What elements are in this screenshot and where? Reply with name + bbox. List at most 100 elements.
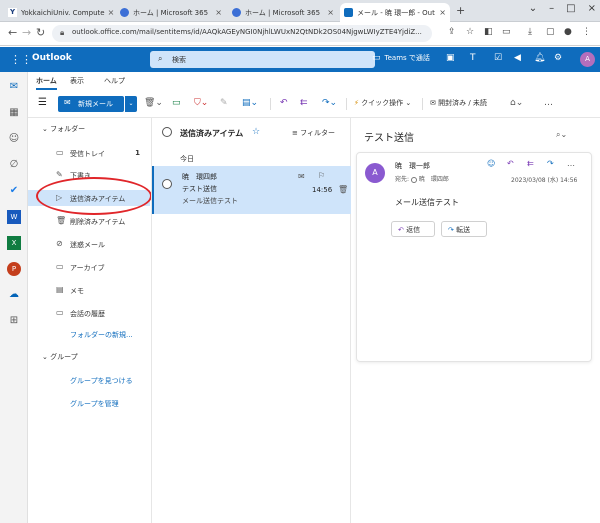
powerpoint-icon[interactable]: P xyxy=(7,262,21,276)
maximize-icon[interactable]: □ xyxy=(566,3,575,14)
onedrive-icon[interactable]: ☁ xyxy=(7,288,21,302)
report-icon[interactable]: ⛉⌄ xyxy=(194,98,208,108)
bookmark-icon[interactable]: ☆ xyxy=(466,27,474,37)
excel-icon[interactable]: X xyxy=(7,236,21,250)
camera-icon: ▭ xyxy=(372,53,381,63)
gear-icon[interactable]: ⚙ xyxy=(554,53,562,63)
close-icon[interactable]: × xyxy=(212,8,222,17)
reload-icon[interactable]: ↻ xyxy=(36,26,45,39)
reply-all-icon[interactable]: ⇇ xyxy=(527,159,534,168)
download-icon[interactable]: ⤓ xyxy=(528,27,532,37)
browser-tab[interactable]: ホーム | Microsoft 365 × xyxy=(116,3,226,22)
folders-header[interactable]: ⌄ フォルダー xyxy=(42,124,85,134)
word-icon[interactable]: W xyxy=(7,210,21,224)
tab-home[interactable]: ホーム xyxy=(36,76,57,90)
emoji-icon[interactable]: ☺ xyxy=(487,159,495,168)
browser-tab[interactable]: ホーム | Microsoft 365 × xyxy=(228,3,338,22)
zoom-icon[interactable]: ⌕⌄ xyxy=(556,130,567,140)
folder-notes[interactable]: ▤ メモ xyxy=(28,282,150,298)
browser-tab-active[interactable]: メール - 暁 環一郎 - Out × xyxy=(340,3,450,22)
more-icon[interactable]: … xyxy=(544,98,553,108)
list-item[interactable]: 暁 環四郎 テスト送信 メール送信テスト ✉ ⚐ 14:56 🗑︎ xyxy=(152,166,351,214)
sidepanel-icon[interactable]: ▭ xyxy=(502,27,511,37)
manage-groups-link[interactable]: グループを管理 xyxy=(70,399,119,409)
close-icon[interactable]: × xyxy=(436,8,446,17)
folder-label: 削除済みアイテム xyxy=(70,218,126,226)
forward-icon[interactable]: → xyxy=(22,26,31,39)
reply-all-icon[interactable]: ⇇ xyxy=(300,98,308,108)
folder-deleted-items[interactable]: 🗑︎ 削除済みアイテム xyxy=(28,213,150,229)
teams-icon[interactable]: T xyxy=(470,53,476,63)
forward-label: 転送 xyxy=(456,226,471,234)
share-icon[interactable]: ⇪ xyxy=(448,27,456,37)
menu-icon[interactable]: ⋮ xyxy=(582,27,591,37)
forward-icon[interactable]: ↷ xyxy=(547,159,554,168)
tab-view[interactable]: 表示 xyxy=(70,76,84,86)
to-name[interactable]: 暁 環四郎 xyxy=(419,176,449,183)
extension-icon[interactable]: ◧ xyxy=(484,27,493,37)
more-apps-icon[interactable]: ⊞ xyxy=(7,314,21,328)
archive-icon[interactable]: ▭ xyxy=(172,98,181,108)
url-input[interactable]: 🔒︎ outlook.office.com/mail/sentitems/id/… xyxy=(52,25,432,42)
envelope-icon[interactable]: ✉ xyxy=(298,172,305,181)
chevron-down-icon[interactable]: ⌄ xyxy=(529,3,537,14)
tabs-icon[interactable]: ▢ xyxy=(546,27,555,37)
folder-conversation-history[interactable]: ▭ 会話の履歴 xyxy=(28,305,150,321)
mail-icon[interactable]: ✉ xyxy=(7,80,21,94)
todo-check-icon[interactable]: ✔ xyxy=(7,184,21,198)
app-launcher-icon[interactable]: ⋮⋮ xyxy=(10,53,32,66)
delete-icon[interactable]: 🗑︎⌄ xyxy=(144,98,163,108)
calendar-icon[interactable]: ▦ xyxy=(7,106,21,120)
archive-icon: ▭ xyxy=(56,262,64,271)
forward-button[interactable]: ↷ 転送 xyxy=(441,221,487,237)
new-tab-icon[interactable]: + xyxy=(456,4,465,17)
delete-icon[interactable]: 🗑︎ xyxy=(338,185,348,194)
meet-icon[interactable]: ▣ xyxy=(446,53,455,63)
new-folder-link[interactable]: フォルダーの新規... xyxy=(70,330,133,340)
flag-icon[interactable]: ⚐ xyxy=(318,171,325,180)
folder-inbox[interactable]: ▭ 受信トレイ 1 xyxy=(28,145,150,161)
filter-button[interactable]: ≡ フィルター xyxy=(292,128,335,138)
profile-icon[interactable]: ● xyxy=(564,27,572,37)
reply-icon[interactable]: ↶ xyxy=(280,98,288,108)
search-placeholder: 検索 xyxy=(172,56,186,64)
quick-steps-button[interactable]: ⚡ クイック操作 ⌄ xyxy=(354,98,411,108)
sweep-icon[interactable]: ✎ xyxy=(220,98,228,108)
close-icon[interactable]: × xyxy=(105,8,114,17)
search-input[interactable]: ⌕ 検索 xyxy=(150,51,375,68)
find-groups-link[interactable]: グループを見つける xyxy=(70,376,133,386)
minimize-icon[interactable]: – xyxy=(549,3,554,14)
todo-icon[interactable]: ☑ xyxy=(494,53,502,63)
select-all-checkbox[interactable] xyxy=(162,127,172,137)
back-icon[interactable]: ← xyxy=(8,26,17,39)
avatar[interactable]: A xyxy=(580,52,595,67)
attachment-icon[interactable]: ∅ xyxy=(7,158,21,172)
reply-icon[interactable]: ↶ xyxy=(507,159,514,168)
hamburger-icon[interactable]: ☰ xyxy=(38,97,47,108)
tab-help[interactable]: ヘルプ xyxy=(104,76,125,86)
message-time: 14:56 xyxy=(312,186,333,194)
read-unread-button[interactable]: ✉ 開封済み / 未読 xyxy=(430,98,487,108)
favorite-star-icon[interactable]: ☆ xyxy=(252,127,260,137)
megaphone-icon[interactable]: ◀ xyxy=(514,53,521,63)
y-logo-icon: Y xyxy=(8,8,17,17)
groups-header[interactable]: ⌄ グループ xyxy=(42,352,78,362)
move-icon[interactable]: ▤⌄ xyxy=(242,98,258,108)
teams-call-button[interactable]: ▭ Teams で通話 xyxy=(372,53,430,63)
bell-icon[interactable]: 🔔︎ xyxy=(534,53,545,63)
folder-archive[interactable]: ▭ アーカイブ xyxy=(28,259,150,275)
folder-junk[interactable]: ⊘ 迷惑メール xyxy=(28,236,150,252)
reply-button[interactable]: ↶ 返信 xyxy=(391,221,435,237)
browser-tab[interactable]: Y YokkaichiUniv. Compute × xyxy=(4,3,114,22)
close-icon[interactable]: × xyxy=(588,3,596,14)
more-icon[interactable]: … xyxy=(567,159,575,168)
close-icon[interactable]: × xyxy=(324,8,334,17)
people-icon[interactable]: ☺ xyxy=(7,132,21,146)
message-recipient: 暁 環四郎 xyxy=(182,173,217,181)
divider xyxy=(270,98,271,110)
message-checkbox[interactable] xyxy=(162,179,172,189)
forward-icon[interactable]: ↷⌄ xyxy=(322,98,337,108)
new-mail-button[interactable]: ✉ 新規メール xyxy=(58,96,124,112)
tag-icon[interactable]: ⌂⌄ xyxy=(510,98,523,108)
chevron-down-icon[interactable]: ⌄ xyxy=(125,96,137,112)
